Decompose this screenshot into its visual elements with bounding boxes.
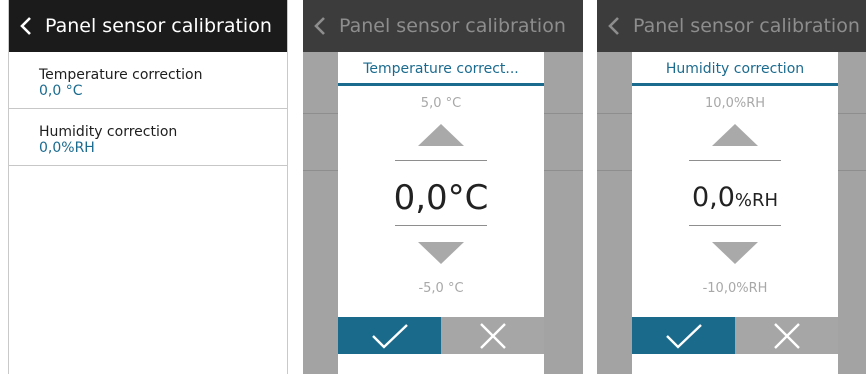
humidity-dialog-screen: Panel sensor calibration Humidity correc… — [597, 0, 866, 374]
cancel-button[interactable] — [735, 317, 838, 354]
confirm-button[interactable] — [338, 317, 441, 354]
list-item-temperature-correction[interactable]: Temperature correction 0,0 °C — [9, 52, 287, 109]
dialog-title: Temperature correct... — [338, 52, 544, 86]
dialog-title: Humidity correction — [632, 52, 838, 86]
current-value: 0,0%RH — [632, 173, 838, 223]
close-icon — [773, 322, 800, 349]
max-value: 10,0%RH — [704, 96, 766, 111]
chevron-left-icon — [608, 17, 619, 35]
current-value-number: 0,0 — [691, 182, 735, 213]
temperature-dialog-screen: Panel sensor calibration Temperature cor… — [303, 0, 583, 374]
back-button[interactable] — [597, 0, 631, 52]
divider — [395, 225, 487, 226]
triangle-up-icon[interactable] — [418, 124, 464, 146]
chevron-left-icon — [314, 17, 325, 35]
chevron-left-icon — [20, 17, 31, 35]
triangle-down-icon[interactable] — [418, 242, 464, 264]
triangle-down-icon[interactable] — [712, 242, 758, 264]
list-item-value: 0,0%RH — [39, 140, 95, 156]
divider — [395, 160, 487, 161]
calibration-list-screen: Panel sensor calibration Temperature cor… — [8, 0, 288, 374]
page-title: Panel sensor calibration — [339, 15, 566, 37]
current-value-unit: %RH — [734, 190, 779, 211]
header-bar: Panel sensor calibration — [303, 0, 583, 52]
page-title: Panel sensor calibration — [633, 15, 860, 37]
current-value: 0,0°C — [393, 178, 489, 218]
list-item-value: 0,0 °C — [39, 83, 83, 99]
max-value: 5,0 °C — [420, 96, 462, 111]
value-dialog: Humidity correction 10,0%RH 0,0%RH -10,0… — [632, 52, 838, 374]
list-item-label: Temperature correction — [39, 67, 203, 83]
checkmark-icon — [371, 323, 408, 349]
header-bar: Panel sensor calibration — [597, 0, 866, 52]
back-button[interactable] — [9, 0, 43, 52]
min-value: -5,0 °C — [418, 281, 464, 296]
triangle-up-icon[interactable] — [712, 124, 758, 146]
min-value: -10,0%RH — [702, 281, 768, 296]
cancel-button[interactable] — [441, 317, 544, 354]
checkmark-icon — [665, 323, 702, 349]
header-bar: Panel sensor calibration — [9, 0, 287, 52]
list-item-label: Humidity correction — [39, 124, 178, 140]
back-button[interactable] — [303, 0, 337, 52]
divider — [689, 160, 781, 161]
divider — [689, 225, 781, 226]
confirm-button[interactable] — [632, 317, 735, 354]
value-dialog: Temperature correct... 5,0 °C 0,0°C -5,0… — [338, 52, 544, 374]
list-item-humidity-correction[interactable]: Humidity correction 0,0%RH — [9, 109, 287, 166]
page-title: Panel sensor calibration — [45, 15, 272, 37]
close-icon — [479, 322, 506, 349]
